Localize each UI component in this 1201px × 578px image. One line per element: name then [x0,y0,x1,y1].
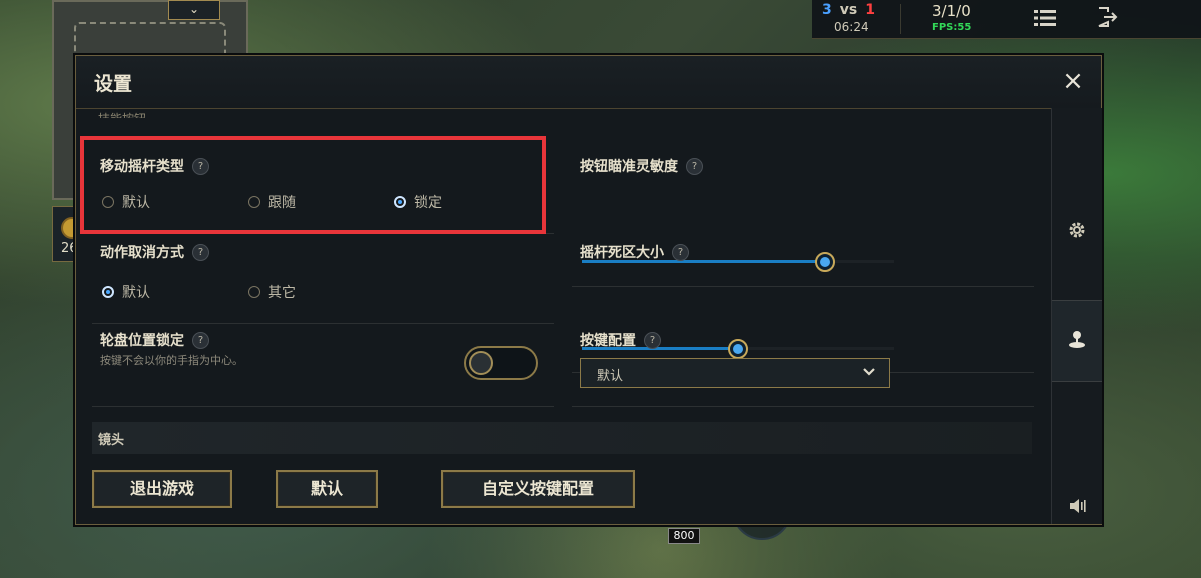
close-button[interactable]: × [1059,67,1087,95]
settings-side-tabs [1051,108,1102,524]
help-icon[interactable]: ? [192,243,209,261]
key-config-value: 默认 [597,369,624,384]
slider-thumb[interactable] [728,339,748,359]
wheel-lock-title: 轮盘位置锁定 ? [100,330,209,350]
divider [92,406,554,407]
slider-thumb[interactable] [815,252,836,272]
camera-section-header[interactable]: 镜头 [92,422,1032,454]
aim-sensitivity-label: 按钮瞄准灵敏度 [580,159,678,175]
exit-game-button[interactable]: 退出游戏 [92,470,232,508]
exit-icon[interactable] [1096,6,1118,28]
wheel-lock-setting: 轮盘位置锁定 ? [100,330,209,350]
key-config-label: 按键配置 [580,333,636,349]
team-score: 3 vs 1 [822,2,875,18]
topbar-divider [900,4,901,34]
game-time: 06:24 [834,20,869,34]
help-icon[interactable]: ? [686,157,703,175]
fps-indicator: FPS:55 [932,22,972,33]
action-cancel-options: 默认 其它 [102,282,296,302]
red-score: 1 [865,2,875,18]
bottom-badge: 800 [668,528,700,544]
blue-score: 3 [822,2,832,18]
scoreboard-menu-icon[interactable] [1034,9,1056,27]
highlight-box [80,136,546,234]
chevron-down-icon [863,368,875,376]
action-cancel-option-default[interactable]: 默认 [102,282,248,302]
score-vs: vs [839,2,858,18]
action-cancel-label: 动作取消方式 [100,245,184,261]
default-button[interactable]: 默认 [276,470,378,508]
joystick-icon [1069,331,1085,348]
action-cancel-setting: 动作取消方式 ? [100,242,209,262]
dialog-header: 设置 × [76,56,1101,109]
custom-keys-button[interactable]: 自定义按键配置 [441,470,635,508]
kda-value: 3/1/0 [932,2,971,20]
deadzone-setting: 摇杆死区大小 ? [580,242,689,262]
divider [572,406,1034,407]
tab-sound[interactable] [1052,468,1102,548]
toggle-knob [469,351,493,375]
radio-icon [248,286,260,298]
help-icon[interactable]: ? [192,331,209,349]
aim-sensitivity-setting: 按钮瞄准灵敏度 ? [580,156,703,176]
radio-label: 默认 [122,285,150,301]
wheel-lock-description: 按键不会以你的手指为中心。 [100,354,243,367]
settings-dialog: 设置 × 技能按钮 移动摇杆类型 ? 默认 跟随 锁定 动作取消方式 [75,55,1102,525]
radio-label: 其它 [268,285,296,301]
divider [572,286,1034,287]
key-config-select[interactable]: 默认 [580,358,890,388]
aim-sensitivity-title: 按钮瞄准灵敏度 ? [580,156,703,176]
wheel-lock-label: 轮盘位置锁定 [100,333,184,349]
speaker-icon [1070,499,1086,513]
radio-selected-icon [102,286,114,298]
camera-section-label: 镜头 [98,433,125,448]
action-cancel-option-other[interactable]: 其它 [248,282,296,302]
tab-general[interactable] [1052,192,1102,272]
divider [92,323,554,324]
minimap-toggle-button[interactable]: ⌄ [168,0,220,20]
help-icon[interactable]: ? [644,331,661,349]
dialog-title: 设置 [94,73,133,95]
help-icon[interactable]: ? [672,243,689,261]
key-config-setting: 按键配置 ? [580,330,661,350]
deadzone-label: 摇杆死区大小 [580,245,664,261]
top-status-bar: 3 vs 1 06:24 3/1/0 FPS:55 [812,0,1201,39]
deadzone-title: 摇杆死区大小 ? [580,242,689,262]
key-config-title: 按键配置 ? [580,330,661,350]
tab-controls[interactable] [1052,300,1102,382]
gear-icon [1069,222,1085,238]
wheel-lock-toggle[interactable] [464,346,538,380]
action-cancel-title: 动作取消方式 ? [100,242,209,262]
